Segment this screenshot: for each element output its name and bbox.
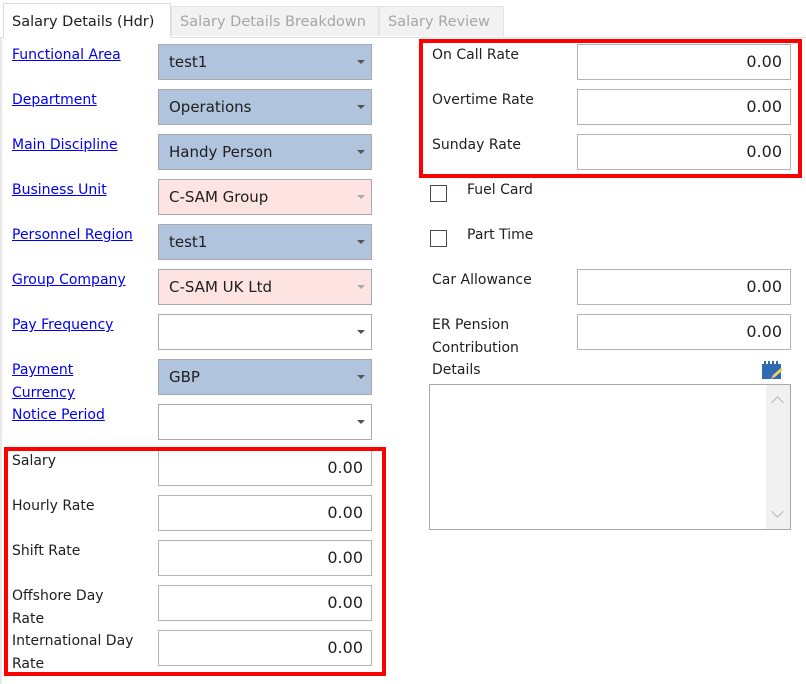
- sunday-rate-input[interactable]: 0.00: [577, 134, 791, 170]
- chevron-down-icon: [357, 105, 365, 109]
- department-value: Operations: [169, 98, 252, 116]
- department-label[interactable]: Department: [12, 89, 97, 111]
- contribution-details-textarea[interactable]: [429, 384, 791, 530]
- functional-area-label[interactable]: Functional Area: [12, 44, 121, 66]
- notice-period-dropdown[interactable]: [158, 404, 372, 440]
- er-pension-label: ER Pension: [432, 317, 510, 333]
- overtime-rate-label: Overtime Rate: [432, 92, 534, 108]
- group-company-dropdown[interactable]: C-SAM UK Ltd: [158, 269, 372, 305]
- offshore-day-rate-input[interactable]: 0.00: [158, 585, 372, 621]
- pay-frequency-dropdown[interactable]: [158, 314, 372, 350]
- offshore-day-rate-label-line1: Offshore Day: [12, 588, 104, 604]
- chevron-down-icon: [357, 195, 365, 199]
- business-unit-value: C-SAM Group: [169, 188, 269, 206]
- scroll-down-icon[interactable]: [771, 505, 784, 518]
- chevron-down-icon: [357, 330, 365, 334]
- personnel-region-dropdown[interactable]: test1: [158, 224, 372, 260]
- car-allowance-input[interactable]: 0.00: [577, 269, 791, 305]
- functional-area-dropdown[interactable]: test1: [158, 44, 372, 80]
- personnel-region-value: test1: [169, 233, 208, 251]
- fuel-card-checkbox[interactable]: [430, 185, 447, 202]
- tab-strip: Salary Details (Hdr) Salary Details Brea…: [0, 0, 806, 38]
- notepad-edit-icon[interactable]: [761, 360, 783, 380]
- business-unit-label[interactable]: Business Unit: [12, 179, 107, 201]
- overtime-rate-input[interactable]: 0.00: [577, 89, 791, 125]
- chevron-down-icon: [357, 375, 365, 379]
- offshore-day-rate-label-line2: Rate: [12, 611, 45, 627]
- vertical-scrollbar[interactable]: [766, 385, 790, 529]
- sunday-rate-label: Sunday Rate: [432, 137, 521, 153]
- main-discipline-dropdown[interactable]: Handy Person: [158, 134, 372, 170]
- payment-currency-value: GBP: [169, 368, 200, 386]
- window-edge: [0, 0, 2, 684]
- business-unit-dropdown[interactable]: C-SAM Group: [158, 179, 372, 215]
- part-time-checkbox[interactable]: [430, 230, 447, 247]
- part-time-label: Part Time: [467, 227, 534, 243]
- personnel-region-label[interactable]: Personnel Region: [12, 224, 133, 246]
- shift-rate-label: Shift Rate: [12, 543, 81, 559]
- payment-currency-dropdown[interactable]: GBP: [158, 359, 372, 395]
- chevron-down-icon: [357, 285, 365, 289]
- main-discipline-value: Handy Person: [169, 143, 273, 161]
- fuel-card-label: Fuel Card: [467, 182, 533, 198]
- group-company-value: C-SAM UK Ltd: [169, 278, 273, 296]
- department-dropdown[interactable]: Operations: [158, 89, 372, 125]
- international-day-rate-label-line1: International Day: [12, 633, 134, 649]
- car-allowance-label: Car Allowance: [432, 272, 532, 288]
- payment-currency-label-line1[interactable]: Payment: [12, 359, 73, 381]
- contribution-details-label-line2: Details: [432, 362, 481, 378]
- on-call-rate-label: On Call Rate: [432, 47, 520, 63]
- chevron-down-icon: [357, 420, 365, 424]
- on-call-rate-input[interactable]: 0.00: [577, 44, 791, 80]
- chevron-down-icon: [357, 150, 365, 154]
- notice-period-label[interactable]: Notice Period: [12, 404, 105, 426]
- tab-salary-review[interactable]: Salary Review: [379, 6, 504, 36]
- contribution-details-label-line1: Contribution: [432, 340, 519, 356]
- functional-area-value: test1: [169, 53, 208, 71]
- international-day-rate-input[interactable]: 0.00: [158, 630, 372, 666]
- shift-rate-input[interactable]: 0.00: [158, 540, 372, 576]
- salary-label: Salary: [12, 453, 56, 469]
- tab-salary-details-hdr[interactable]: Salary Details (Hdr): [3, 3, 171, 38]
- main-discipline-label[interactable]: Main Discipline: [12, 134, 118, 156]
- scroll-up-icon[interactable]: [771, 396, 784, 409]
- international-day-rate-label-line2: Rate: [12, 656, 45, 672]
- hourly-rate-label: Hourly Rate: [12, 498, 95, 514]
- chevron-down-icon: [357, 240, 365, 244]
- pay-frequency-label[interactable]: Pay Frequency: [12, 314, 113, 336]
- group-company-label[interactable]: Group Company: [12, 269, 126, 291]
- payment-currency-label-line2[interactable]: Currency: [12, 382, 75, 404]
- tab-salary-details-breakdown[interactable]: Salary Details Breakdown: [171, 6, 379, 36]
- salary-input[interactable]: 0.00: [158, 450, 372, 486]
- er-pension-input[interactable]: 0.00: [577, 314, 791, 350]
- hourly-rate-input[interactable]: 0.00: [158, 495, 372, 531]
- chevron-down-icon: [357, 60, 365, 64]
